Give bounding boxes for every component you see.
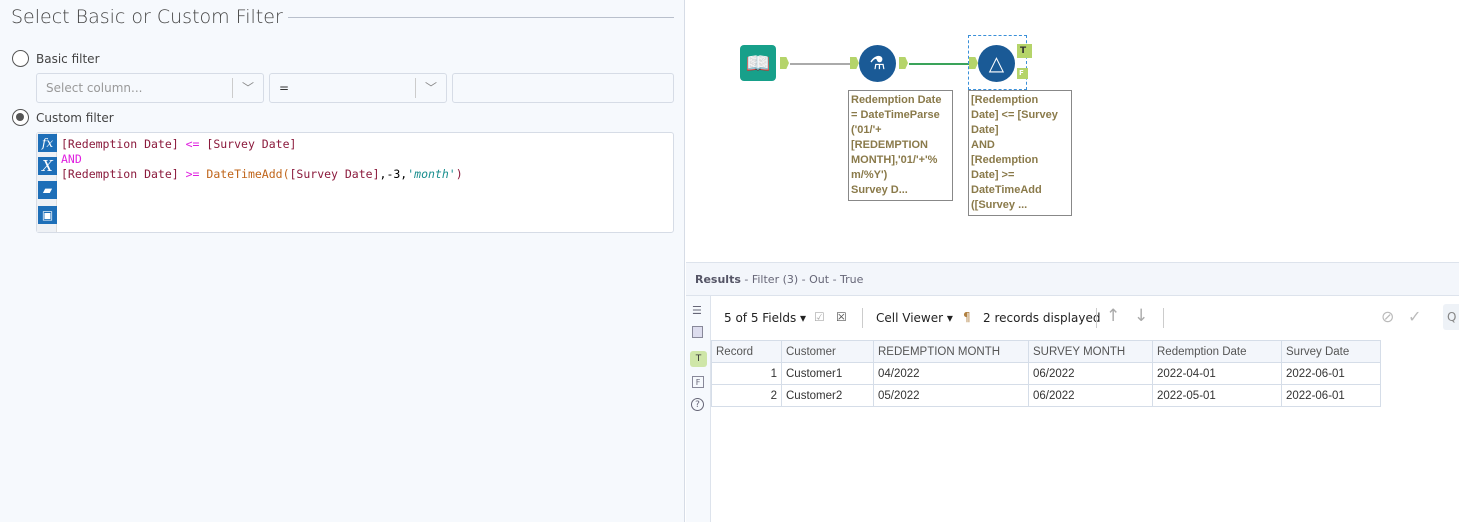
open-folder-icon[interactable]: ▰ [38,181,57,199]
annotation-line: = DateTimeParse [851,109,940,121]
connection-line [909,63,971,65]
code-line-1: [Redemption Date] <= [Survey Date] [61,137,297,151]
function-icon[interactable]: fx [38,134,57,152]
cell-viewer-dropdown[interactable]: Cell Viewer ▾ [876,311,953,325]
deselect-icon[interactable]: ☒ [836,310,847,324]
save-icon[interactable]: ▣ [38,206,57,224]
output-anchor[interactable] [899,57,908,69]
column-header[interactable]: Survey Date [1281,340,1381,363]
divider [1096,308,1097,328]
configuration-panel: Select Basic or Custom Filter Basic filt… [0,0,685,522]
input-data-tool-icon[interactable]: 📖 [740,45,776,81]
chevron-down-icon: ﹀ [241,81,254,95]
column-header[interactable]: Redemption Date [1152,340,1282,363]
records-count: 2 records displayed [983,311,1101,325]
table-cell[interactable]: 2022-05-01 [1152,384,1282,407]
true-output-icon[interactable]: T [690,351,707,367]
formula-annotation: Redemption Date = DateTimeParse ('01/'+ [RE… [848,90,953,201]
table-cell[interactable]: 06/2022 [1028,384,1153,407]
table-row[interactable]: 2 Customer2 05/2022 06/2022 2022-05-01 2022-0… [711,384,1381,407]
filter-annotation: [Redemption Date] <= [Survey Date] AND [Rede… [968,90,1072,216]
results-header: Results - Filter (3) - Out - True [686,262,1459,296]
false-output-icon[interactable]: F [692,376,704,388]
annotation-line: [REDEMPTION [851,139,928,151]
fields-dropdown[interactable]: 5 of 5 Fields ▾ [724,311,806,325]
annotation-line: [Redemption [971,94,1039,106]
fields-label: 5 of 5 Fields [724,311,797,325]
basic-filter-radio[interactable] [12,50,29,67]
panel-title: Select Basic or Custom Filter [11,6,283,28]
select-column-placeholder: Select column... [46,81,143,95]
cell-viewer-label: Cell Viewer [876,311,944,325]
table-cell[interactable]: Customer1 [781,362,874,385]
annotation-line: AND [971,139,995,151]
annotation-line: DateTimeAdd [971,184,1042,196]
cancel-icon[interactable]: ⊘ [1381,307,1394,326]
table-cell[interactable]: 2022-04-01 [1152,362,1282,385]
results-table: Record Customer REDEMPTION MONTH SURVEY MON… [711,340,1381,407]
annotation-line: ([Survey ... [971,199,1028,211]
check-icon[interactable]: ☑ [814,310,825,324]
operator-value: = [279,81,290,95]
operator-dropdown[interactable]: = ﹀ [269,73,447,103]
table-row[interactable]: 1 Customer1 04/2022 06/2022 2022-04-01 2022-0… [711,362,1381,385]
arrow-down-icon[interactable]: ↓ [1134,306,1148,326]
table-cell[interactable]: 06/2022 [1028,362,1153,385]
annotation-line: m/%Y') [851,169,888,181]
help-icon[interactable]: ? [691,398,704,411]
results-label: Results [695,273,741,286]
table-cell[interactable]: 2 [711,384,782,407]
annotation-line: Date] [971,124,999,136]
table-cell[interactable]: 05/2022 [873,384,1029,407]
select-column-dropdown[interactable]: Select column... ﹀ [36,73,264,103]
code-line-3: [Redemption Date] >= DateTimeAdd([Survey… [61,167,463,181]
true-anchor[interactable]: T [1017,44,1032,58]
divider [862,308,863,328]
annotation-line: Date] <= [Survey [971,109,1058,121]
list-icon[interactable]: ☰ [692,304,702,317]
table-cell[interactable]: 1 [711,362,782,385]
chevron-down-icon: ﹀ [424,81,437,95]
annotation-line: Survey D... [851,184,908,196]
apply-check-icon[interactable]: ✓ [1408,307,1421,326]
false-anchor[interactable]: F [1017,68,1028,79]
column-header[interactable]: Customer [781,340,874,363]
annotation-line: Date] >= [971,169,1015,181]
results-toolbar: 5 of 5 Fields ▾ ☑ ☒ Cell Viewer ▾ ¶ 2 re… [711,296,1459,340]
formula-tool-icon[interactable]: ⚗ [859,45,896,82]
expression-editor[interactable]: fx X ▰ ▣ [Redemption Date] <= [Survey Da… [36,132,674,233]
basic-filter-label: Basic filter [36,52,100,66]
column-header[interactable]: REDEMPTION MONTH [873,340,1029,363]
value-input[interactable] [452,73,674,103]
output-anchor[interactable] [780,57,789,69]
input-anchor-icon[interactable] [692,326,703,338]
custom-filter-label: Custom filter [36,111,114,125]
table-cell[interactable]: Customer2 [781,384,874,407]
divider [1163,308,1164,328]
variable-icon[interactable]: X [38,157,57,175]
annotation-line: Redemption Date [851,94,942,106]
column-header[interactable]: SURVEY MONTH [1028,340,1153,363]
code-line-2: AND [61,152,82,166]
search-icon[interactable]: Q [1443,304,1459,330]
annotation-line: [Redemption [971,154,1039,166]
table-cell[interactable]: 2022-06-01 [1281,362,1381,385]
arrow-up-icon[interactable]: ↑ [1106,306,1120,326]
input-anchor[interactable] [850,57,859,69]
pilcrow-icon[interactable]: ¶ [963,310,971,324]
workflow-canvas[interactable]: 📖 ⚗ △ T F Redemption Date = DateTimeParse… [686,0,1459,260]
annotation-line: MONTH],'01/'+'% [851,154,938,166]
annotation-line: ('01/'+ [851,124,882,136]
results-subtitle: - Filter (3) - Out - True [740,273,864,286]
results-side-strip: ☰ T F ? [686,296,711,522]
column-header[interactable]: Record [711,340,782,363]
table-cell[interactable]: 04/2022 [873,362,1029,385]
filter-tool-icon[interactable]: △ [978,45,1015,82]
connection-line [790,63,850,65]
divider [288,17,674,18]
custom-filter-radio[interactable] [12,109,29,126]
table-cell[interactable]: 2022-06-01 [1281,384,1381,407]
